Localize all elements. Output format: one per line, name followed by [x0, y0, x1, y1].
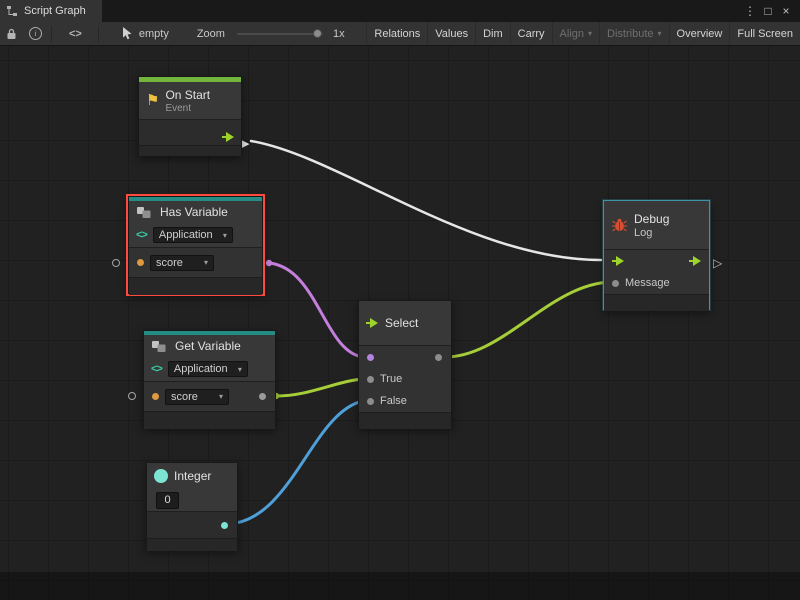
variables-icon: [136, 206, 154, 219]
full-screen-button[interactable]: Full Screen: [729, 22, 800, 45]
maximize-icon[interactable]: □: [760, 4, 776, 18]
node-get-variable[interactable]: Get Variable <> Application score: [143, 330, 276, 428]
true-input-port[interactable]: [367, 376, 374, 383]
carry-button[interactable]: Carry: [510, 22, 552, 45]
variable-dropdown[interactable]: score: [165, 389, 229, 405]
code-view-icon[interactable]: [63, 22, 88, 45]
menu-icon[interactable]: ⋮: [742, 4, 758, 18]
code-icon: <>: [151, 363, 162, 375]
node-title: On Start: [165, 88, 210, 102]
variables-icon: [151, 340, 169, 353]
scope-value: Application: [159, 229, 213, 241]
false-input-port[interactable]: [367, 398, 374, 405]
toolbar-buttons: Relations Values Dim Carry Align Distrib…: [366, 22, 800, 45]
variable-value: score: [171, 391, 198, 403]
node-on-start[interactable]: ⚑ On Start Event: [138, 76, 242, 156]
align-dropdown[interactable]: Align: [552, 22, 599, 45]
scope-value: Application: [174, 363, 228, 375]
message-input-port[interactable]: [612, 280, 619, 287]
node-subtitle: Event: [165, 103, 210, 114]
integer-icon: [154, 469, 168, 483]
overview-button[interactable]: Overview: [669, 22, 730, 45]
get-variable-object-port[interactable]: [128, 392, 136, 400]
distribute-dropdown[interactable]: Distribute: [599, 22, 668, 45]
toolbar-divider: [51, 26, 52, 42]
tab-title: Script Graph: [24, 5, 86, 17]
has-variable-object-port[interactable]: [112, 259, 120, 267]
node-select[interactable]: Select True False: [358, 300, 452, 428]
window-controls: ⋮ □ ×: [742, 0, 800, 22]
node-has-variable[interactable]: Has Variable <> Application score: [128, 196, 263, 294]
node-title: Integer: [174, 469, 211, 483]
toolbar-divider: [98, 26, 99, 42]
node-subtitle: Log: [634, 227, 669, 239]
value-output-port[interactable]: [259, 393, 266, 400]
scope-dropdown[interactable]: Application: [153, 227, 233, 243]
variable-dropdown[interactable]: score: [150, 255, 214, 271]
lock-icon[interactable]: [0, 22, 23, 45]
flow-input-port[interactable]: [612, 256, 625, 266]
integer-value-field[interactable]: 0: [156, 492, 179, 509]
flag-icon: ⚑: [146, 93, 159, 108]
graph-toolbar: empty Zoom 1x Relations Values Dim Carry…: [0, 22, 800, 46]
variable-name-port[interactable]: [152, 393, 159, 400]
node-title: Has Variable: [160, 205, 228, 219]
zoom-label: Zoom: [197, 28, 225, 40]
wire-start-arrow-icon: [241, 135, 249, 151]
selection-status: empty: [139, 28, 169, 40]
flow-output-port[interactable]: [222, 132, 235, 142]
node-title: Debug: [634, 212, 669, 226]
node-title: Get Variable: [175, 339, 241, 353]
info-icon[interactable]: [23, 22, 48, 45]
select-icon: [366, 318, 379, 328]
message-port-label: Message: [625, 277, 670, 289]
unconnected-flow-port[interactable]: [713, 255, 722, 271]
tab-script-graph[interactable]: Script Graph: [0, 0, 102, 22]
selection-output-port[interactable]: [435, 354, 442, 361]
condition-input-port[interactable]: [367, 354, 374, 361]
integer-output-port[interactable]: [221, 522, 228, 529]
selection-cursor-icon: [116, 22, 135, 45]
zoom-slider[interactable]: [237, 33, 323, 35]
variable-name-port[interactable]: [137, 259, 144, 266]
node-integer[interactable]: Integer 0: [146, 462, 238, 550]
node-debug-log[interactable]: Debug Log Message: [603, 200, 710, 310]
close-icon[interactable]: ×: [778, 4, 794, 18]
false-port-label: False: [380, 395, 407, 407]
dim-button[interactable]: Dim: [475, 22, 510, 45]
scope-dropdown[interactable]: Application: [168, 361, 248, 377]
code-icon: <>: [136, 229, 147, 241]
zoom-slider-handle[interactable]: [313, 29, 322, 38]
canvas-bottom-edge: [0, 572, 800, 600]
graph-icon: [6, 5, 18, 17]
zoom-value: 1x: [333, 28, 345, 40]
values-button[interactable]: Values: [427, 22, 475, 45]
node-title: Select: [385, 316, 418, 330]
variable-value: score: [156, 257, 183, 269]
flow-output-port[interactable]: [689, 256, 702, 266]
true-port-label: True: [380, 373, 402, 385]
window-tab-bar: Script Graph ⋮ □ ×: [0, 0, 800, 22]
bug-icon: [611, 218, 628, 232]
relations-button[interactable]: Relations: [366, 22, 427, 45]
